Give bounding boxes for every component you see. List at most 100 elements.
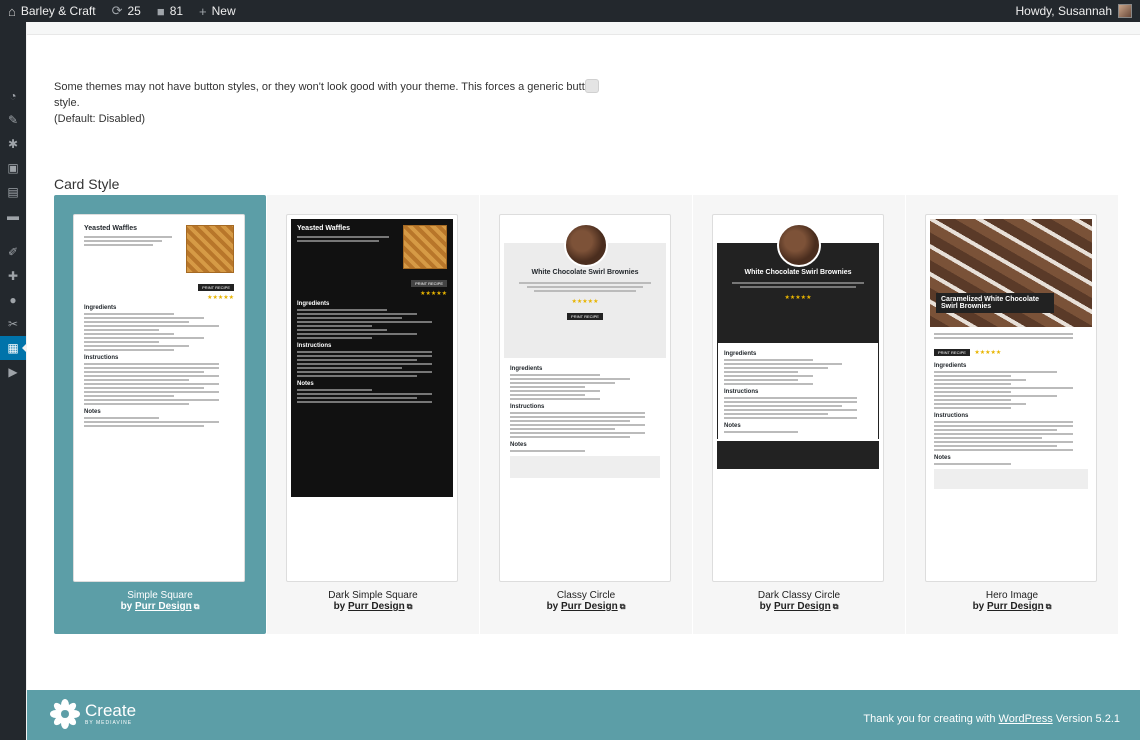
- preview-dark-classy-circle: White Chocolate Swirl Brownies ★★★★★ Ing…: [712, 214, 884, 582]
- author-link[interactable]: Purr Design: [135, 601, 192, 612]
- logo-text: Create: [85, 701, 137, 720]
- wordpress-logo-icon[interactable]: ⌂ Barley & Craft: [0, 0, 104, 22]
- rating-stars: ★★★★★: [571, 299, 599, 305]
- wordpress-link[interactable]: WordPress: [999, 713, 1053, 725]
- rating-stars: ★★★★★: [974, 350, 1002, 356]
- card-classy-circle[interactable]: White Chocolate Swirl Brownies ★★★★★ PRI…: [480, 195, 692, 634]
- card-simple-square[interactable]: Yeasted Waffles PRINT RECIPE ★★★★★ Ingre…: [54, 195, 266, 634]
- card-style-options: Yeasted Waffles PRINT RECIPE ★★★★★ Ingre…: [54, 195, 1119, 634]
- hero-brownie-image: Caramelized White Chocolate Swirl Browni…: [930, 219, 1092, 327]
- footer: Create BY MEDIAVINE Thank you for creati…: [27, 690, 1140, 740]
- avatar: [1118, 4, 1132, 18]
- preview-notes: Notes: [297, 381, 314, 387]
- rating-stars: ★★★★★: [207, 295, 234, 301]
- preview-notes: Notes: [934, 455, 951, 461]
- media-icon[interactable]: ▣: [0, 156, 26, 180]
- preview-title: Caramelized White Chocolate Swirl Browni…: [941, 296, 1040, 310]
- create-logo: Create BY MEDIAVINE: [49, 698, 136, 730]
- card-author: by Purr Design ⧉: [972, 601, 1052, 612]
- comments-menu-icon[interactable]: ▬: [0, 204, 26, 228]
- author-link[interactable]: Purr Design: [561, 601, 618, 612]
- new-label: New: [211, 4, 236, 18]
- appearance-icon[interactable]: ✐: [0, 240, 26, 264]
- posts-icon[interactable]: ✎: [0, 108, 26, 132]
- dashboard-icon[interactable]: ◔: [0, 84, 26, 108]
- preview-notes: Notes: [724, 423, 741, 429]
- tools-icon[interactable]: ✂: [0, 312, 26, 336]
- print-button: PRINT RECIPE: [567, 313, 603, 320]
- preview-title: White Chocolate Swirl Brownies: [531, 269, 639, 276]
- preview-hero-image: Caramelized White Chocolate Swirl Browni…: [925, 214, 1097, 582]
- create-menu-icon[interactable]: ▦: [0, 336, 27, 360]
- preview-notes: Notes: [84, 409, 101, 415]
- print-button: PRINT RECIPE: [198, 284, 234, 291]
- section-title: Card Style: [54, 176, 120, 192]
- comments-item[interactable]: ■ 81: [149, 0, 191, 22]
- rating-stars: ★★★★★: [784, 295, 812, 301]
- print-button: PRINT RECIPE: [934, 349, 970, 356]
- rating-stars: ★★★★★: [420, 291, 447, 297]
- card-name: Dark Classy Circle: [757, 590, 841, 601]
- site-name[interactable]: Barley & Craft: [21, 4, 96, 18]
- setting-default: (Default: Disabled): [54, 113, 146, 125]
- preview-instructions: Instructions: [510, 404, 545, 410]
- new-item[interactable]: + New: [191, 0, 244, 22]
- preview-notes: Notes: [510, 442, 527, 448]
- card-name: Simple Square: [127, 590, 193, 601]
- button-style-checkbox[interactable]: [585, 79, 599, 93]
- waffle-image: [186, 225, 234, 273]
- plugins-icon[interactable]: ✚: [0, 264, 26, 288]
- updates-count: 25: [127, 4, 141, 18]
- preview-ingredients: Ingredients: [724, 351, 757, 357]
- print-button: PRINT RECIPE: [411, 280, 447, 287]
- footer-thanks: Thank you for creating with WordPress Ve…: [863, 713, 1120, 725]
- preview-instructions: Instructions: [724, 389, 759, 395]
- collapse-icon[interactable]: ▶: [0, 360, 26, 384]
- preview-instructions: Instructions: [297, 343, 332, 349]
- updates-item[interactable]: ⟳ 25: [104, 0, 149, 22]
- preview-ingredients: Ingredients: [84, 305, 117, 311]
- comments-count: 81: [169, 4, 184, 18]
- gear-icon[interactable]: ✱: [0, 132, 26, 156]
- setting-description: Some themes may not have button styles, …: [54, 81, 598, 109]
- card-author: by Purr Design ⧉: [759, 601, 839, 612]
- comments-icon: ■: [156, 3, 165, 19]
- card-name: Classy Circle: [556, 590, 616, 601]
- admin-sidebar: ◔ ✎ ✱ ▣ ▤ ▬ ✐ ✚ ● ✂ ▦ ▶: [0, 22, 27, 740]
- admin-bar: ⌂ Barley & Craft ⟳ 25 ■ 81 + New Howdy, Susa…: [0, 0, 1140, 22]
- logo-subtext: BY MEDIAVINE: [85, 720, 133, 726]
- users-icon[interactable]: ●: [0, 288, 26, 312]
- updates-icon: ⟳: [111, 3, 123, 18]
- card-dark-simple-square[interactable]: Yeasted Waffles PRINT RECIPE ★★★★★ Ingre…: [267, 195, 479, 634]
- flower-logo-icon: [49, 698, 81, 730]
- card-hero-image[interactable]: Caramelized White Chocolate Swirl Browni…: [906, 195, 1118, 634]
- pages-icon[interactable]: ▤: [0, 180, 26, 204]
- button-style-setting: Some themes may not have button styles, …: [54, 79, 614, 127]
- settings-content: Some themes may not have button styles, …: [27, 22, 1140, 690]
- external-link-icon: ⧉: [832, 602, 839, 611]
- card-author: by Purr Design ⧉: [333, 601, 413, 612]
- author-link[interactable]: Purr Design: [987, 601, 1044, 612]
- card-name: Hero Image: [985, 590, 1039, 601]
- greeting: Howdy, Susannah: [1015, 4, 1112, 18]
- brownie-image: [777, 223, 821, 267]
- preview-title: Yeasted Waffles: [84, 225, 138, 232]
- preview-ingredients: Ingredients: [297, 301, 330, 307]
- preview-title: White Chocolate Swirl Brownies: [744, 269, 852, 276]
- preview-instructions: Instructions: [934, 413, 969, 419]
- brownie-image: [564, 223, 608, 267]
- author-link[interactable]: Purr Design: [348, 601, 405, 612]
- external-link-icon: ⧉: [619, 602, 626, 611]
- card-author: by Purr Design ⧉: [120, 601, 200, 612]
- author-link[interactable]: Purr Design: [774, 601, 831, 612]
- top-strip: [27, 22, 1140, 35]
- preview-ingredients: Ingredients: [510, 366, 543, 372]
- waffle-image: [403, 225, 447, 269]
- preview-instructions: Instructions: [84, 355, 119, 361]
- plus-icon: +: [199, 3, 207, 19]
- external-link-icon: ⧉: [193, 602, 200, 611]
- account-menu[interactable]: Howdy, Susannah: [1007, 0, 1140, 22]
- preview-classy-circle: White Chocolate Swirl Brownies ★★★★★ PRI…: [499, 214, 671, 582]
- card-dark-classy-circle[interactable]: White Chocolate Swirl Brownies ★★★★★ Ing…: [693, 195, 905, 634]
- preview-title: Yeasted Waffles: [297, 225, 351, 232]
